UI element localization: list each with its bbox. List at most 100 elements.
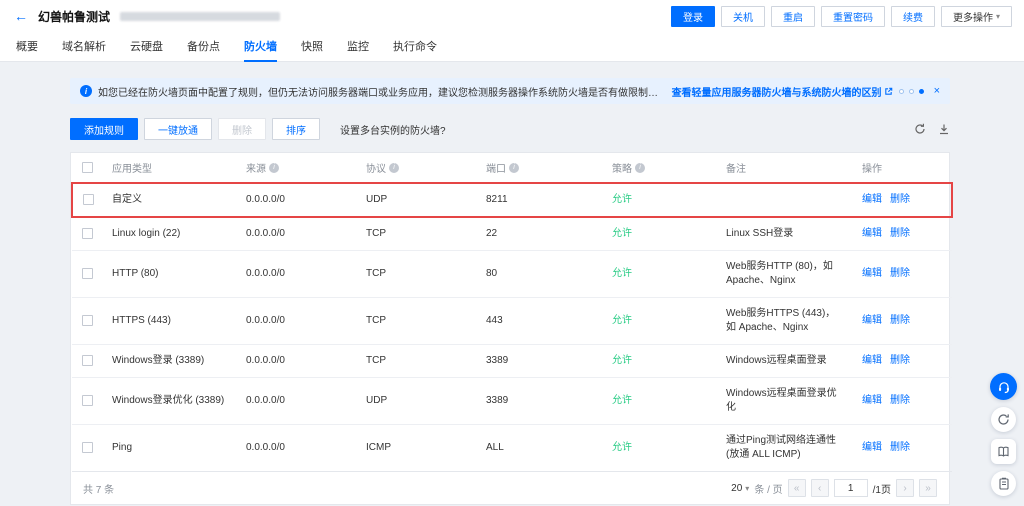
cell-policy: 允许 bbox=[602, 251, 716, 298]
cell-source: 0.0.0.0/0 bbox=[236, 378, 356, 425]
delete-link[interactable]: 删除 bbox=[890, 394, 910, 408]
survey-button[interactable] bbox=[991, 471, 1016, 496]
login-button[interactable]: 登录 bbox=[671, 6, 715, 27]
page-size-value: 20 bbox=[731, 483, 742, 494]
book-icon bbox=[997, 445, 1010, 458]
cell-app-type: Ping bbox=[102, 425, 236, 472]
cell-protocol: UDP bbox=[356, 378, 476, 425]
back-icon[interactable]: ← bbox=[14, 9, 28, 23]
carousel-dot-3[interactable] bbox=[919, 89, 924, 94]
add-rule-button[interactable]: 添加规则 bbox=[70, 118, 138, 140]
more-actions-button[interactable]: 更多操作 ▾ bbox=[941, 6, 1012, 27]
cell-port: 8211 bbox=[476, 183, 602, 217]
cell-port: 3389 bbox=[476, 345, 602, 378]
row-checkbox[interactable] bbox=[83, 194, 94, 205]
close-icon[interactable]: × bbox=[934, 85, 940, 97]
feedback-button[interactable] bbox=[991, 407, 1016, 432]
page-number-input[interactable] bbox=[834, 479, 868, 497]
col-policy: 策略 bbox=[612, 160, 632, 175]
first-page-button[interactable]: « bbox=[788, 479, 806, 497]
refresh-icon[interactable] bbox=[914, 123, 926, 135]
prev-page-button[interactable]: ‹ bbox=[811, 479, 829, 497]
col-protocol: 协议 bbox=[366, 160, 386, 175]
toolbar: 添加规则 一键放通 删除 排序 设置多台实例的防火墙? bbox=[70, 118, 950, 140]
cell-protocol: TCP bbox=[356, 298, 476, 345]
delete-link[interactable]: 删除 bbox=[890, 227, 910, 241]
edit-link[interactable]: 编辑 bbox=[862, 441, 882, 455]
cell-policy: 允许 bbox=[602, 425, 716, 472]
chevron-down-icon: ▾ bbox=[996, 12, 1000, 21]
delete-link[interactable]: 删除 bbox=[890, 441, 910, 455]
delete-link[interactable]: 删除 bbox=[890, 314, 910, 328]
tab-cloud-disk[interactable]: 云硬盘 bbox=[130, 32, 163, 62]
port-info-icon[interactable]: i bbox=[509, 163, 519, 173]
firewall-page: ← 幻兽帕鲁测试 登录 关机 重启 重置密码 续费 更多操作 ▾ 概要 域名解析… bbox=[0, 0, 1024, 506]
shutdown-button[interactable]: 关机 bbox=[721, 6, 765, 27]
edit-link[interactable]: 编辑 bbox=[862, 354, 882, 368]
cell-port: 80 bbox=[476, 251, 602, 298]
edit-link[interactable]: 编辑 bbox=[862, 314, 882, 328]
instance-title: 幻兽帕鲁测试 bbox=[38, 8, 110, 25]
carousel-dot-1[interactable] bbox=[899, 89, 904, 94]
delete-link[interactable]: 删除 bbox=[890, 267, 910, 281]
row-checkbox[interactable] bbox=[82, 355, 93, 366]
edit-link[interactable]: 编辑 bbox=[862, 394, 882, 408]
tab-snapshot[interactable]: 快照 bbox=[301, 32, 323, 62]
row-checkbox[interactable] bbox=[82, 315, 93, 326]
carousel-dot-2[interactable] bbox=[909, 89, 914, 94]
tab-run-command[interactable]: 执行命令 bbox=[393, 32, 437, 62]
firewall-rules-table: 应用类型 来源i 协议i 端口i 策略i 备注 操作 自定义 0.0.0.0/0 bbox=[70, 152, 950, 505]
allow-all-button[interactable]: 一键放通 bbox=[144, 118, 212, 140]
more-actions-label: 更多操作 bbox=[953, 9, 993, 24]
policy-info-icon[interactable]: i bbox=[635, 163, 645, 173]
delete-link[interactable]: 删除 bbox=[890, 354, 910, 368]
col-port: 端口 bbox=[486, 160, 506, 175]
next-page-button[interactable]: › bbox=[896, 479, 914, 497]
delete-link[interactable]: 删除 bbox=[890, 193, 910, 207]
source-info-icon[interactable]: i bbox=[269, 163, 279, 173]
support-button[interactable] bbox=[990, 373, 1017, 400]
delete-button[interactable]: 删除 bbox=[218, 118, 266, 140]
row-checkbox[interactable] bbox=[82, 228, 93, 239]
cell-remark: 通过Ping测试网络连通性 (放通 ALL ICMP) bbox=[716, 425, 852, 472]
row-checkbox[interactable] bbox=[82, 395, 93, 406]
banner-link[interactable]: 查看轻量应用服务器防火墙与系统防火墙的区别 bbox=[672, 84, 893, 99]
tab-overview[interactable]: 概要 bbox=[16, 32, 38, 62]
tab-backup[interactable]: 备份点 bbox=[187, 32, 220, 62]
cell-policy: 允许 bbox=[602, 217, 716, 251]
row-checkbox[interactable] bbox=[82, 268, 93, 279]
last-page-button[interactable]: » bbox=[919, 479, 937, 497]
tab-firewall[interactable]: 防火墙 bbox=[244, 32, 277, 62]
per-page-label: 条 / 页 bbox=[754, 481, 782, 496]
cell-protocol: TCP bbox=[356, 251, 476, 298]
row-checkbox[interactable] bbox=[82, 442, 93, 453]
cell-source: 0.0.0.0/0 bbox=[236, 345, 356, 378]
multi-instance-firewall-link[interactable]: 设置多台实例的防火墙? bbox=[340, 122, 446, 137]
reset-password-button[interactable]: 重置密码 bbox=[821, 6, 885, 27]
external-link-icon bbox=[884, 87, 893, 96]
table-row-https: HTTPS (443) 0.0.0.0/0 TCP 443 允许 Web服务HT… bbox=[72, 298, 952, 345]
col-remark: 备注 bbox=[716, 153, 852, 183]
total-count: 共 7 条 bbox=[83, 481, 114, 496]
edit-link[interactable]: 编辑 bbox=[862, 193, 882, 207]
docs-button[interactable] bbox=[991, 439, 1016, 464]
cell-protocol: ICMP bbox=[356, 425, 476, 472]
page-size-select[interactable]: 20 ▾ bbox=[731, 483, 749, 494]
edit-link[interactable]: 编辑 bbox=[862, 227, 882, 241]
banner-text: 如您已经在防火墙页面中配置了规则，但仍无法访问服务器端口或业务应用，建议您检测服… bbox=[98, 84, 666, 99]
cell-source: 0.0.0.0/0 bbox=[236, 425, 356, 472]
cell-port: 22 bbox=[476, 217, 602, 251]
sort-button[interactable]: 排序 bbox=[272, 118, 320, 140]
cell-policy: 允许 bbox=[602, 345, 716, 378]
select-all-checkbox[interactable] bbox=[82, 162, 93, 173]
edit-link[interactable]: 编辑 bbox=[862, 267, 882, 281]
tab-dns[interactable]: 域名解析 bbox=[62, 32, 106, 62]
tab-monitor[interactable]: 监控 bbox=[347, 32, 369, 62]
protocol-info-icon[interactable]: i bbox=[389, 163, 399, 173]
table-row-windows-login: Windows登录 (3389) 0.0.0.0/0 TCP 3389 允许 W… bbox=[72, 345, 952, 378]
cell-app-type: HTTPS (443) bbox=[102, 298, 236, 345]
restart-button[interactable]: 重启 bbox=[771, 6, 815, 27]
download-icon[interactable] bbox=[938, 123, 950, 135]
cell-source: 0.0.0.0/0 bbox=[236, 183, 356, 217]
renew-button[interactable]: 续费 bbox=[891, 6, 935, 27]
